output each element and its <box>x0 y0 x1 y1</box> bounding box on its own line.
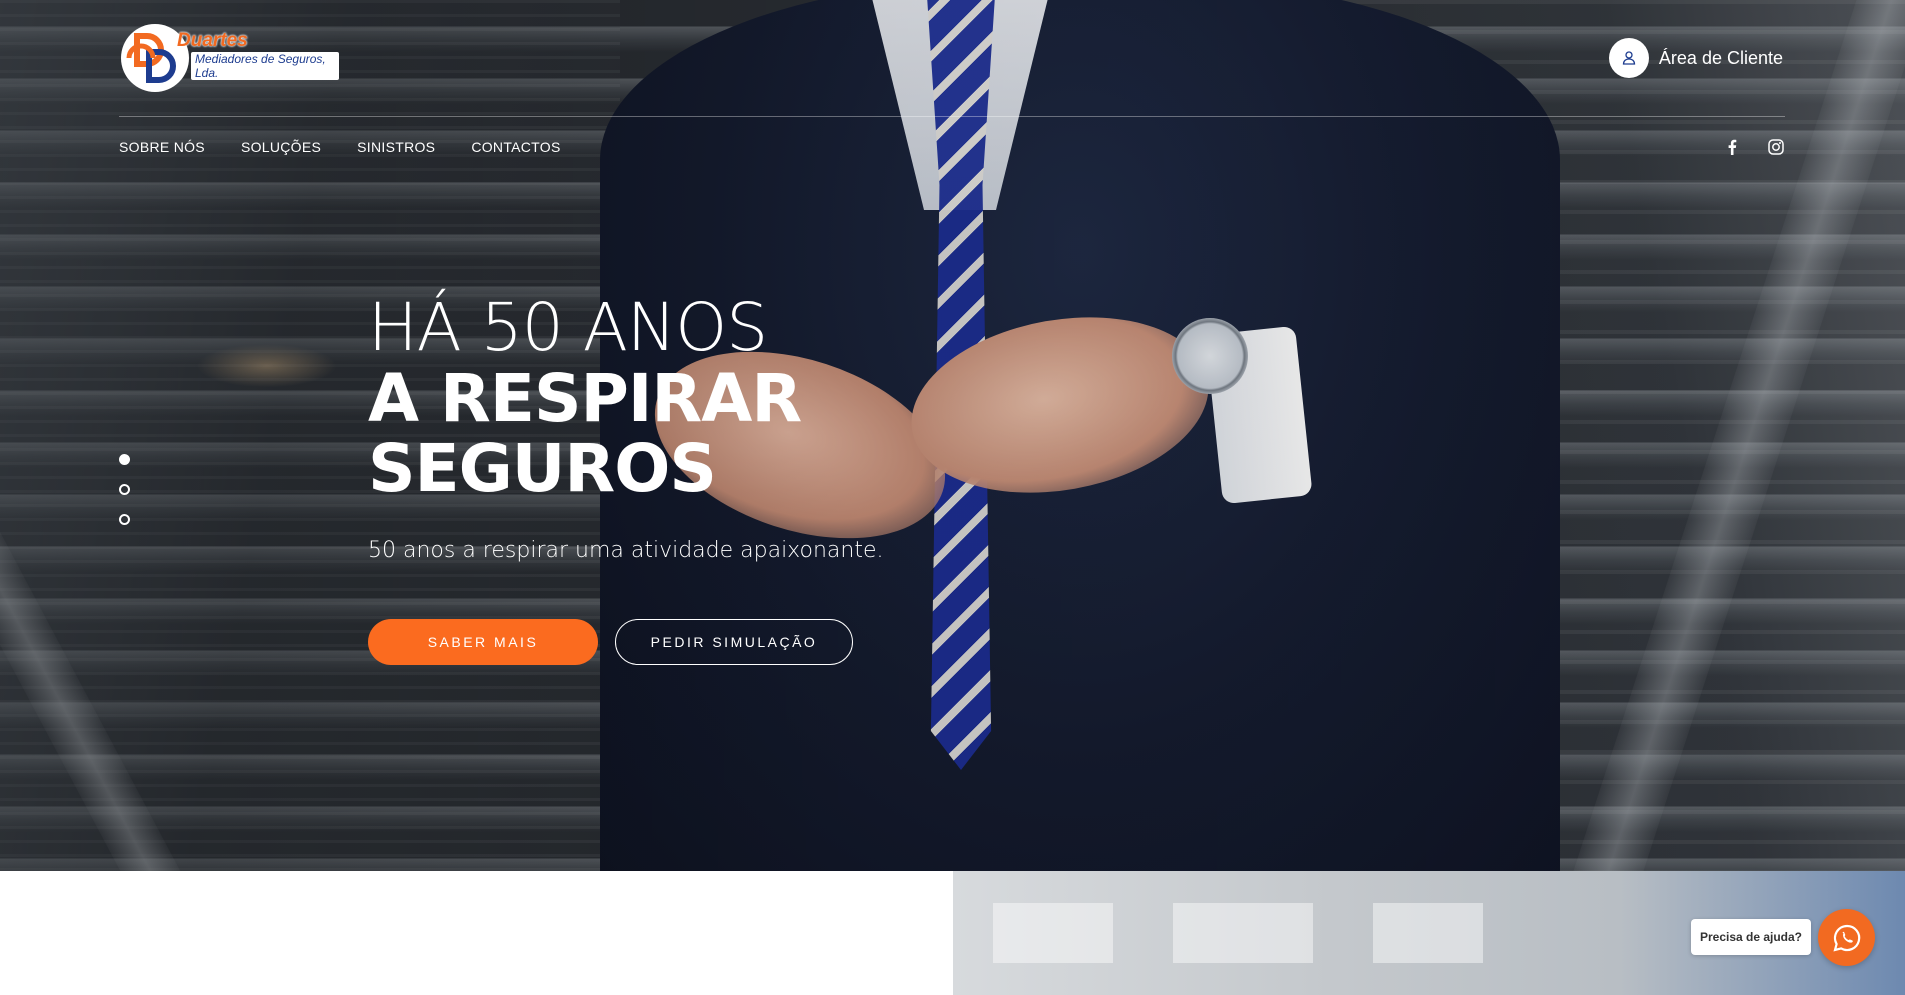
client-area-label: Área de Cliente <box>1658 47 1783 68</box>
slider-dot-2[interactable] <box>119 484 130 495</box>
logo-subtitle: Mediadores de Seguros, Lda. <box>191 52 339 80</box>
page: Duartes Mediadores de Seguros, Lda. Área… <box>0 0 1905 995</box>
header-divider <box>119 116 1785 117</box>
hero-title-line-1: HÁ 50 ANOS <box>368 289 768 366</box>
client-icon-circle <box>1608 38 1649 78</box>
hero-subtitle: 50 anos a respirar uma atividade apaixon… <box>368 538 884 563</box>
hero-content: HÁ 50 ANOS A RESPIRAR SEGUROS 50 anos a … <box>368 292 1168 665</box>
logo[interactable]: Duartes Mediadores de Seguros, Lda. <box>119 22 339 94</box>
nav-item-sinistros[interactable]: SINISTROS <box>357 139 435 155</box>
nav-item-sobre-nos[interactable]: SOBRE NÓS <box>119 139 205 155</box>
nav-item-contactos[interactable]: CONTACTOS <box>471 139 560 155</box>
social-links <box>1723 138 1785 156</box>
hero-title-line-2: A RESPIRAR <box>368 360 802 437</box>
image-window-1 <box>993 903 1113 963</box>
site-header: Duartes Mediadores de Seguros, Lda. Área… <box>0 0 1905 170</box>
hero-buttons: SABER MAIS PEDIR SIMULAÇÃO <box>368 619 1168 665</box>
hero-title-line-3: SEGUROS <box>368 430 717 507</box>
image-window-2 <box>1173 903 1313 963</box>
facebook-icon[interactable] <box>1723 138 1741 156</box>
slider-dot-3[interactable] <box>119 514 130 525</box>
client-area-link[interactable]: Área de Cliente <box>1608 37 1783 79</box>
whatsapp-icon <box>1832 924 1860 952</box>
next-section-left <box>0 871 953 995</box>
saber-mais-button[interactable]: SABER MAIS <box>368 619 598 665</box>
image-window-3 <box>1373 903 1483 963</box>
nav-item-solucoes[interactable]: SOLUÇÕES <box>241 139 321 155</box>
slider-pagination <box>119 454 130 525</box>
pedir-simulacao-button[interactable]: PEDIR SIMULAÇÃO <box>615 619 853 665</box>
whatsapp-button[interactable] <box>1818 909 1875 966</box>
logo-name: Duartes <box>177 30 248 51</box>
help-label[interactable]: Precisa de ajuda? <box>1691 919 1811 955</box>
slider-dot-1[interactable] <box>119 454 130 465</box>
main-nav: SOBRE NÓS SOLUÇÕES SINISTROS CONTACTOS <box>119 139 561 155</box>
instagram-icon[interactable] <box>1767 138 1785 156</box>
user-icon <box>1622 51 1636 65</box>
